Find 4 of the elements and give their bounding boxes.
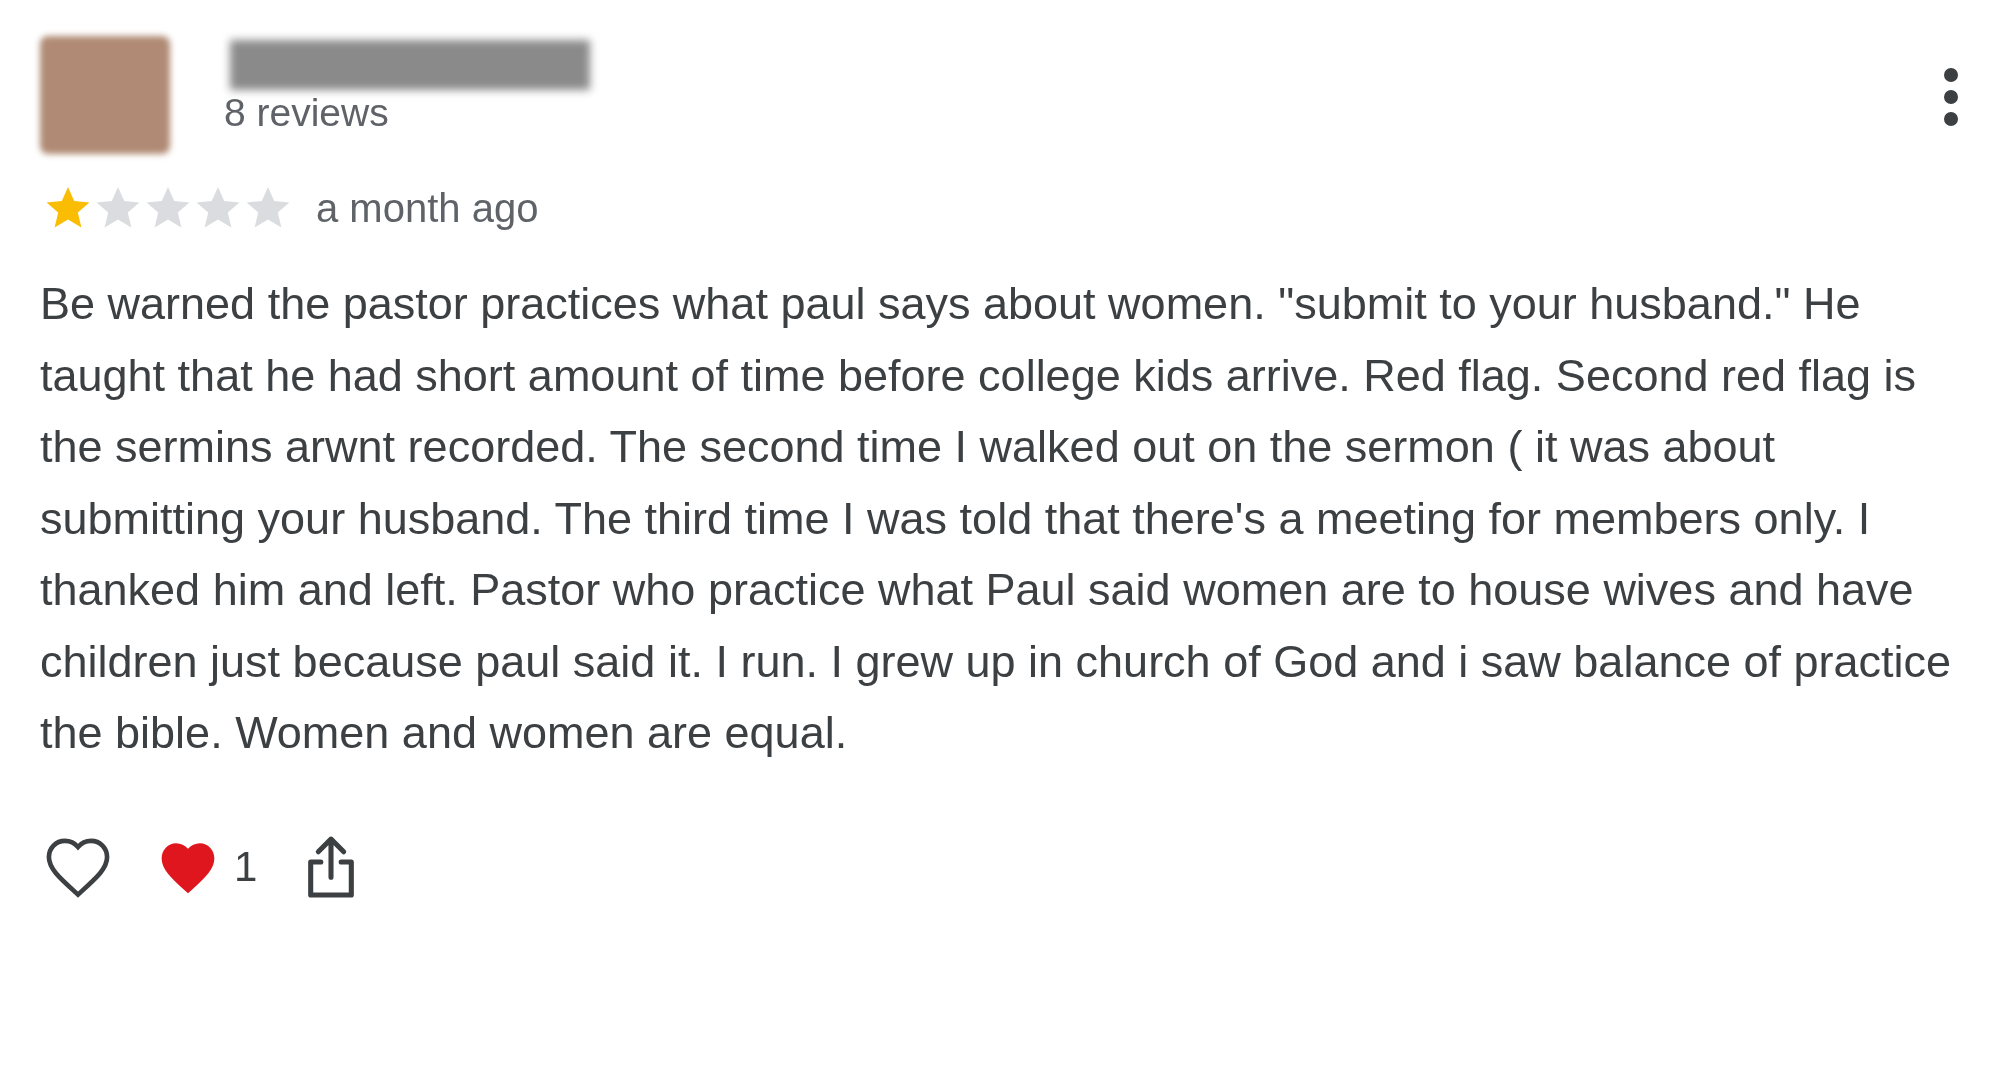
review-text: Be warned the pastor practices what paul says about women. "submit to your husband." He taught that he had short amount of time before college kids arrive. Red flag. Second red flag is the sermins arwnt recorded. The second time I walked out on the sermon ( it was about submitting your husband. The third time I was told that there's a meeting for members only. I thanked him and left. Pastor who practice what Paul said women are to house wives and have children just because paul said it. I run. I grew up in church of God and i saw balance of practice the bible. Women and women are equal. xyxy=(40,277,1953,760)
review-count: 8 reviews xyxy=(224,90,390,136)
review-time: a month ago xyxy=(316,185,539,232)
reaction-count: 1 xyxy=(234,842,258,892)
